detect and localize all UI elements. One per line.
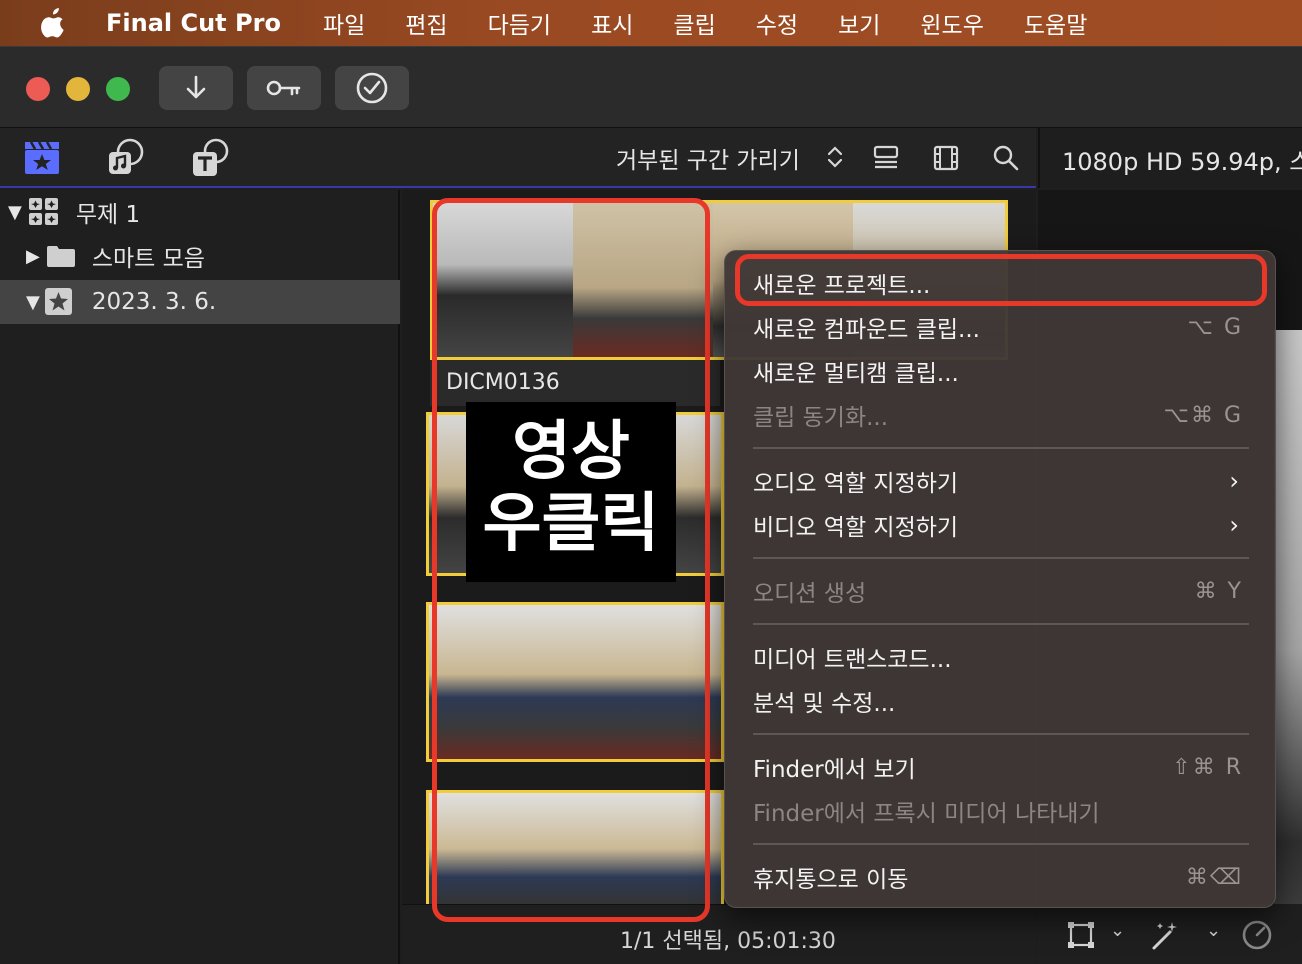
disclosure-closed-icon[interactable]: ▶	[26, 246, 40, 267]
selection-status: 1/1 선택됨, 05:01:30	[620, 929, 836, 954]
menu-item-create-audition: 오디션 생성 ⌘ Y	[753, 571, 1249, 611]
menu-item-shortcut: ⌘ Y	[1194, 578, 1243, 604]
menu-item-reveal-in-finder[interactable]: Finder에서 보기 ⇧⌘ R	[753, 747, 1249, 787]
disclosure-open-icon[interactable]: ▼	[8, 202, 22, 223]
menu-view[interactable]: 보기	[838, 6, 880, 40]
sidebar-item-label: 2023. 3. 6.	[91, 289, 217, 315]
menu-file[interactable]: 파일	[323, 6, 365, 40]
menu-help[interactable]: 도움말	[1024, 6, 1087, 40]
menu-item-shortcut: ⌘⌫	[1185, 864, 1243, 890]
menu-item-label: 휴지통으로 이동	[753, 867, 909, 893]
annotation-line-2: 우클릭	[482, 487, 660, 561]
menu-item-label: 미디어 트랜스코드...	[753, 647, 952, 673]
menu-item-shortcut: ⇧⌘ R	[1172, 754, 1243, 780]
menu-item-move-to-trash[interactable]: 휴지통으로 이동 ⌘⌫	[753, 857, 1249, 897]
import-button[interactable]	[159, 66, 233, 110]
close-window-button[interactable]	[26, 77, 50, 101]
keywords-button[interactable]	[247, 66, 321, 110]
menu-item-label: 클립 동기화...	[753, 405, 889, 431]
menu-separator	[753, 557, 1249, 559]
rejected-filter-dropdown[interactable]: 거부된 구간 가리기	[616, 141, 800, 175]
key-icon	[266, 80, 301, 96]
menu-item-shortcut: ⌥ G	[1187, 314, 1243, 340]
menu-item-label: 비디오 역할 지정하기	[753, 515, 959, 541]
minimize-window-button[interactable]	[66, 77, 90, 101]
magic-wand-icon[interactable]	[1148, 918, 1182, 952]
menu-item-analyze-and-fix[interactable]: 분석 및 수정...	[753, 681, 1249, 721]
background-tasks-button[interactable]	[335, 66, 409, 110]
menu-item-assign-video-roles[interactable]: 비디오 역할 지정하기 ›	[753, 505, 1249, 545]
menu-separator	[753, 447, 1249, 449]
music-sound-icon[interactable]	[106, 138, 146, 178]
apple-logo-icon[interactable]	[40, 8, 68, 38]
menu-item-label: 오디오 역할 지정하기	[753, 471, 959, 497]
menu-clip[interactable]: 클립	[673, 6, 715, 40]
menu-item-label: 새로운 컴파운드 클립...	[753, 317, 980, 343]
viewer-controls: ⌄ ⌄	[1038, 904, 1302, 964]
menu-item-reveal-proxy-in-finder: Finder에서 프록시 미디어 나타내기	[753, 791, 1249, 831]
sidebar-item-smart-collections[interactable]: ▶ 스마트 모음	[0, 234, 400, 278]
titles-generators-icon[interactable]	[190, 138, 230, 178]
menu-item-new-compound-clip[interactable]: 새로운 컴파운드 클립... ⌥ G	[753, 307, 1249, 347]
menu-item-label: Finder에서 보기	[753, 757, 916, 783]
menu-mark[interactable]: 표시	[591, 6, 633, 40]
viewer-format-label: 1080p HD 59.94p, 스	[1062, 148, 1302, 176]
menu-separator	[753, 843, 1249, 845]
transform-icon[interactable]	[1066, 920, 1096, 950]
menu-item-label: 분석 및 수정...	[753, 691, 896, 717]
menu-item-new-multicam-clip[interactable]: 새로운 멀티캠 클립...	[753, 351, 1249, 391]
chevron-down-icon[interactable]: ⌄	[1206, 920, 1221, 941]
sidebar-item-event[interactable]: ▼ 2023. 3. 6.	[0, 280, 400, 324]
viewer-header: 1080p HD 59.94p, 스	[1038, 128, 1302, 188]
menu-item-label: 새로운 멀티캠 클립...	[753, 361, 959, 387]
chevron-down-icon[interactable]: ⌄	[1110, 920, 1125, 941]
menu-trim[interactable]: 다듬기	[488, 6, 551, 40]
menu-separator	[753, 733, 1249, 735]
menu-edit[interactable]: 편집	[405, 6, 447, 40]
menu-item-transcode-media[interactable]: 미디어 트랜스코드...	[753, 637, 1249, 677]
filmstrip-view-icon[interactable]	[932, 144, 960, 172]
menu-modify[interactable]: 수정	[756, 6, 798, 40]
submenu-chevron-icon: ›	[1229, 467, 1239, 495]
photos-videos-icon[interactable]	[22, 138, 62, 178]
annotation-highlight-menu-item	[735, 254, 1267, 306]
menu-separator	[753, 623, 1249, 625]
menu-item-synchronize-clips: 클립 동기화... ⌥⌘ G	[753, 395, 1249, 435]
menu-window[interactable]: 윈도우	[920, 6, 983, 40]
checkmark-circle-icon	[356, 72, 388, 104]
menu-item-label: 오디션 생성	[753, 581, 867, 607]
folder-icon	[46, 246, 75, 267]
library-sidebar: ▼ 무제 1 ▶ 스마트 모음 ▼ 2023. 3. 6.	[0, 190, 400, 964]
menu-item-shortcut: ⌥⌘ G	[1163, 402, 1243, 428]
chevron-updown-icon[interactable]	[826, 144, 844, 170]
annotation-line-1: 영상	[512, 415, 630, 489]
search-icon[interactable]	[992, 144, 1020, 172]
library-icon	[28, 198, 58, 225]
sidebar-item-label: 무제 1	[75, 202, 141, 228]
annotation-caption: 영상 우클릭	[466, 402, 676, 582]
sidebar-item-library[interactable]: ▼ 무제 1	[0, 190, 400, 234]
speed-retime-icon[interactable]	[1240, 918, 1274, 952]
menu-item-assign-audio-roles[interactable]: 오디오 역할 지정하기 ›	[753, 461, 1249, 501]
viewer-frame-preview	[1274, 330, 1302, 964]
list-view-icon[interactable]	[872, 144, 900, 172]
disclosure-open-icon[interactable]: ▼	[26, 292, 40, 313]
menu-app-name[interactable]: Final Cut Pro	[106, 9, 281, 37]
submenu-chevron-icon: ›	[1229, 511, 1239, 539]
menu-item-label: Finder에서 프록시 미디어 나타내기	[753, 801, 1100, 827]
sidebar-item-label: 스마트 모음	[91, 246, 205, 272]
event-star-icon	[44, 288, 72, 315]
download-arrow-icon	[186, 75, 206, 99]
zoom-window-button[interactable]	[106, 77, 130, 101]
menu-bar: Final Cut Pro 파일 편집 다듬기 표시 클립 수정 보기 윈도우 …	[0, 0, 1302, 46]
context-menu: 새로운 프로젝트... 새로운 컴파운드 클립... ⌥ G 새로운 멀티캠 클…	[724, 250, 1276, 908]
